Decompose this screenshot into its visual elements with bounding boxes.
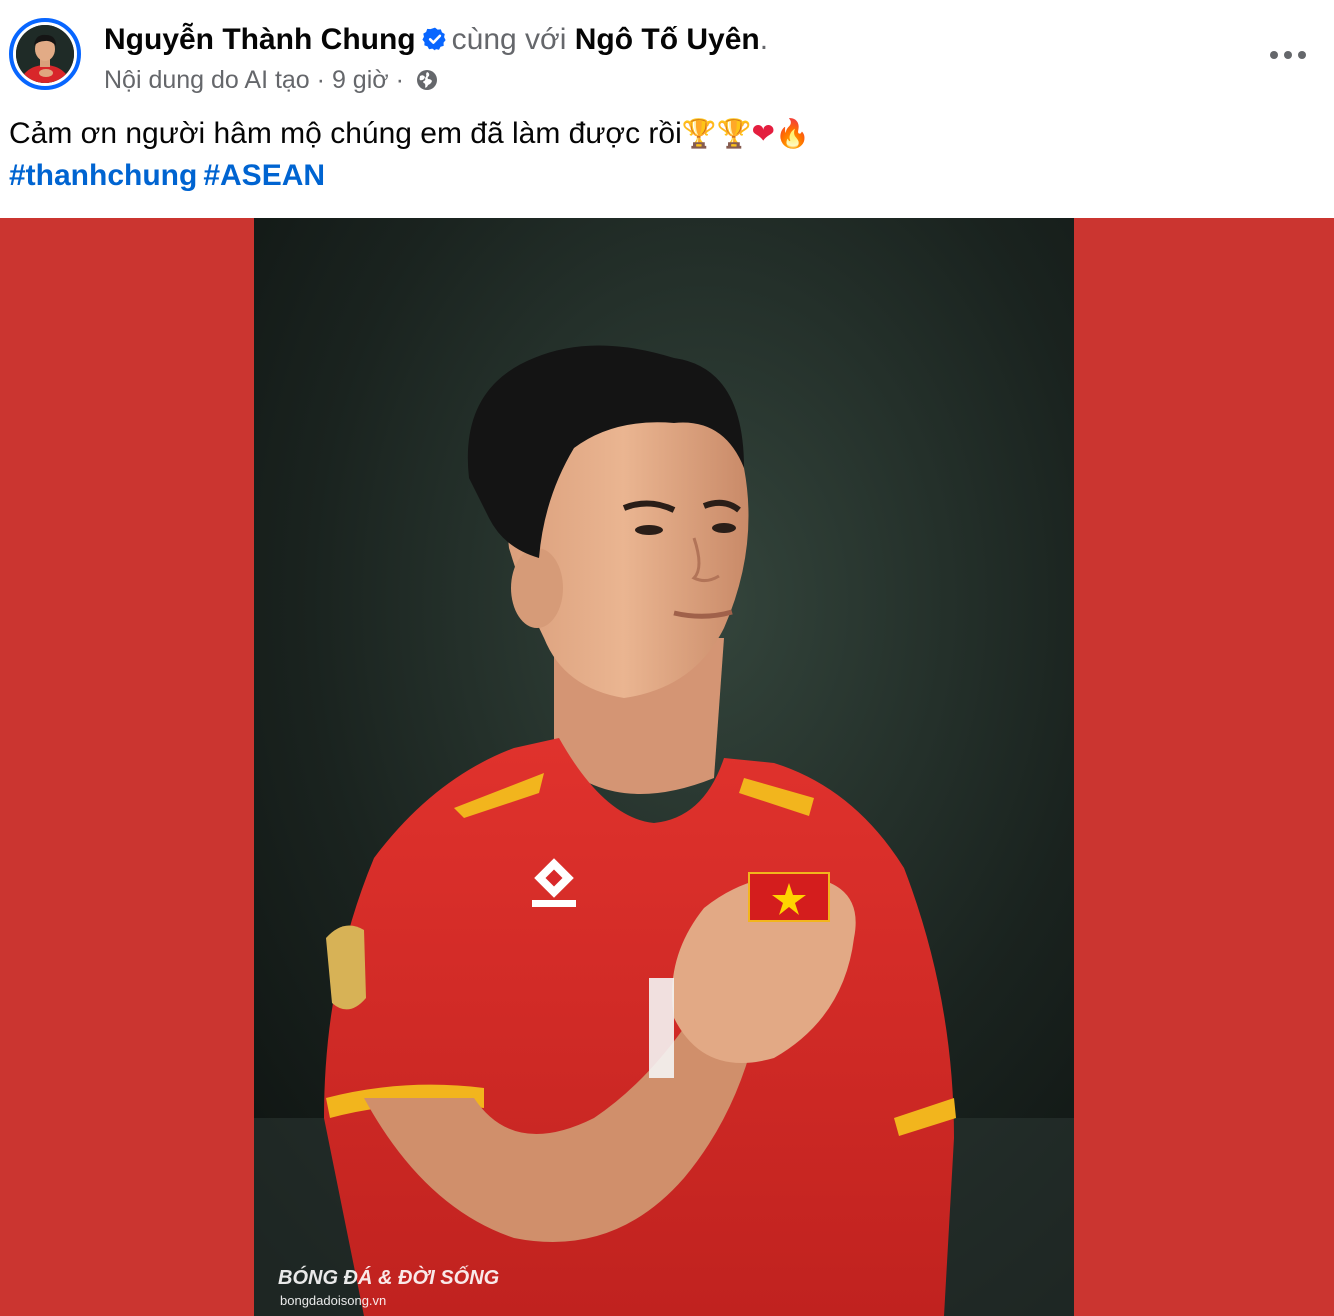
more-options-icon	[1298, 51, 1306, 59]
post-time[interactable]: 9 giờ	[332, 66, 389, 94]
player-photo-illustration	[254, 218, 1074, 1316]
watermark-url: bongdadoisong.vn	[280, 1293, 387, 1308]
watermark-logo: BÓNG ĐÁ & ĐỜI SỐNG	[278, 1267, 500, 1289]
tagged-name[interactable]: Ngô Tố Uyên	[575, 23, 760, 56]
author-name[interactable]: Nguyễn Thành Chung	[104, 23, 416, 56]
author-avatar[interactable]	[9, 18, 81, 90]
post-caption: Cảm ơn người hâm mộ chúng em đã làm được…	[9, 114, 810, 154]
post-photo[interactable]: BÓNG ĐÁ & ĐỜI SỐNG bongdadoisong.vn	[254, 218, 1074, 1316]
tagged-suffix: .	[759, 23, 769, 56]
post-media[interactable]: BÓNG ĐÁ & ĐỜI SỐNG bongdadoisong.vn	[0, 218, 1334, 1316]
fire-icon: 🔥	[775, 117, 810, 150]
heart-icon: ❤	[751, 117, 775, 150]
hashtag-asean[interactable]: #ASEAN	[203, 159, 325, 192]
avatar-image	[16, 25, 74, 83]
hashtag-thanhchung[interactable]: #thanhchung	[9, 159, 197, 192]
more-options-button[interactable]	[1258, 28, 1318, 82]
post-meta: Nội dung do AI tạo · 9 giờ ·	[104, 63, 439, 97]
caption-text: Cảm ơn người hâm mộ chúng em đã làm được…	[9, 117, 682, 150]
trophy-icon: 🏆	[681, 117, 717, 150]
post-hashtags: #thanhchung #ASEAN	[9, 156, 331, 196]
ai-content-label[interactable]: Nội dung do AI tạo	[104, 66, 310, 94]
post-header: Nguyễn Thành Chung cùng với Ngô Tố Uyên. …	[0, 0, 1334, 110]
facebook-post: Nguyễn Thành Chung cùng với Ngô Tố Uyên. …	[0, 0, 1334, 1316]
verified-badge-icon	[422, 27, 446, 51]
meta-separator: ·	[316, 66, 325, 94]
with-text: cùng với	[451, 23, 567, 56]
avatar-photo-icon	[16, 25, 74, 83]
globe-icon[interactable]	[415, 68, 439, 92]
meta-separator: ·	[395, 66, 404, 94]
trophy-icon: 🏆	[716, 117, 752, 150]
more-options-icon	[1284, 51, 1292, 59]
post-author-line: Nguyễn Thành Chung cùng với Ngô Tố Uyên.	[104, 20, 768, 60]
more-options-icon	[1270, 51, 1278, 59]
